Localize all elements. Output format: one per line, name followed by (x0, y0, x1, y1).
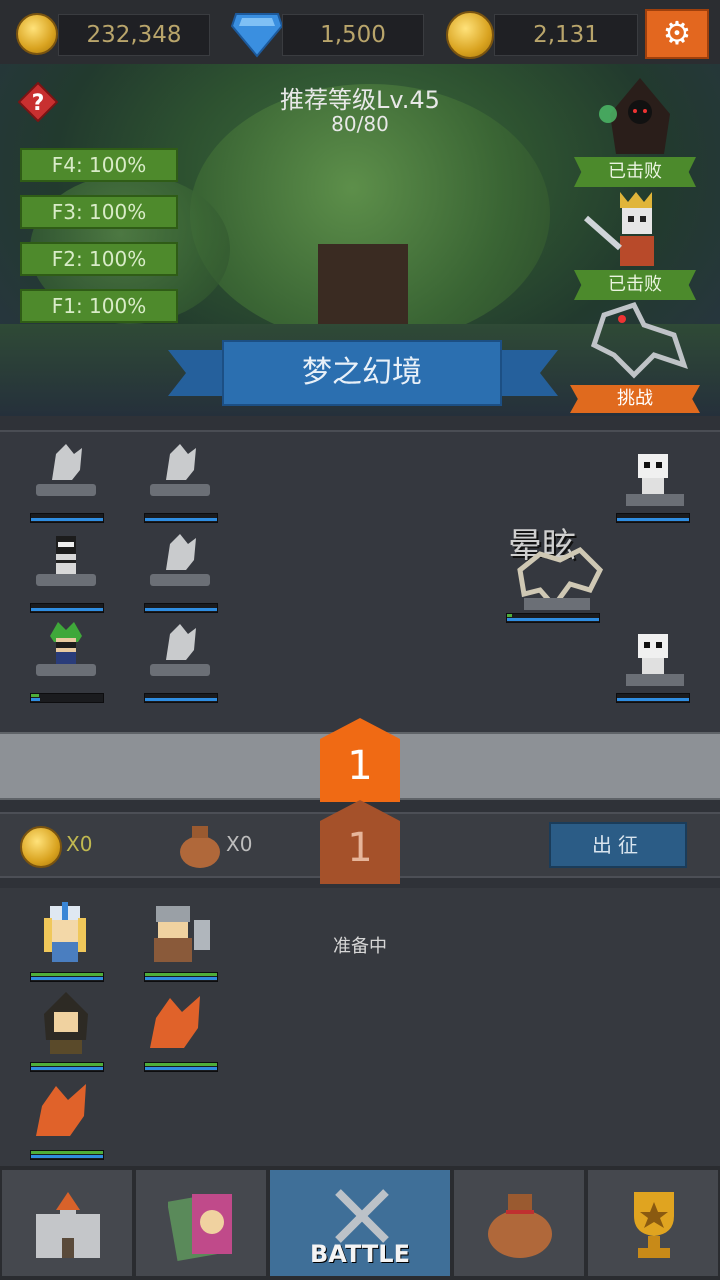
unit-pedestal (150, 484, 210, 496)
settings-button[interactable]: ⚙ (645, 9, 709, 59)
tab-bag[interactable] (452, 1168, 586, 1278)
medal-icon (446, 11, 494, 59)
ally-hp-bar-6 (144, 693, 218, 703)
boss-hooded-icon[interactable] (590, 74, 690, 156)
ally-unit-dragon-3[interactable] (142, 530, 218, 590)
unit-pedestal (36, 574, 96, 586)
enemy-boss-hp-bar (506, 613, 600, 623)
enemy-skeleton-icon[interactable] (620, 450, 690, 510)
gray-dragon-icon (166, 534, 196, 570)
ally-hp-bar-1 (30, 513, 104, 523)
unit-pedestal (36, 484, 96, 496)
unit-pedestal (150, 664, 210, 676)
ally-unit-rogue[interactable] (28, 530, 104, 590)
unit-pedestal (150, 574, 210, 586)
cards-icon (168, 1194, 232, 1262)
floor-button-f1[interactable]: F1: 100% (20, 289, 178, 323)
hero-orange-dragon-icon[interactable] (140, 988, 216, 1060)
battle-field (0, 430, 720, 732)
hero-armored-warrior-icon[interactable] (142, 900, 218, 972)
challenge-button[interactable]: 挑战 (570, 385, 700, 413)
hero-knight-girl-icon[interactable] (30, 900, 102, 972)
floor-button-f4[interactable]: F4: 100% (20, 148, 178, 182)
tab-trophy[interactable] (586, 1168, 720, 1278)
ally-unit-dragon-1[interactable] (28, 440, 104, 500)
tab-battle-label: BATTLE (310, 1240, 410, 1268)
stamina-count: 80/80 (331, 112, 389, 136)
gray-dragon-icon (52, 444, 82, 480)
masked-rogue-icon (56, 536, 76, 574)
hero-orange-dragon-icon[interactable] (26, 1076, 102, 1148)
floor-button-f2[interactable]: F2: 100% (20, 242, 178, 276)
help-button[interactable]: ? (18, 82, 58, 122)
svg-text:?: ? (32, 91, 45, 116)
castle-icon (36, 1192, 100, 1258)
enemy-skeleton-icon[interactable] (620, 630, 690, 690)
ally-unit-ninja[interactable] (28, 620, 104, 680)
enemy-hp-bar-2 (616, 693, 690, 703)
hero-hp-bar-4 (144, 1062, 218, 1072)
hero-hooded-archer-icon[interactable] (30, 990, 102, 1062)
floor-button-f3[interactable]: F3: 100% (20, 195, 178, 229)
hero-hp-bar-3 (30, 1062, 104, 1072)
ally-unit-dragon-4[interactable] (142, 620, 218, 680)
unit-pedestal (36, 664, 96, 676)
loot-bag-icon (488, 1194, 552, 1258)
ally-unit-dragon-2[interactable] (142, 440, 218, 500)
boss-bone-dragon-icon[interactable] (584, 295, 694, 385)
hero-hp-bar-2 (144, 972, 218, 982)
ally-hp-bar-5 (30, 693, 104, 703)
enemy-hp-bar-1 (616, 513, 690, 523)
team-status: 准备中 (333, 936, 387, 957)
tab-castle[interactable] (0, 1168, 134, 1278)
gray-dragon-icon (166, 624, 196, 660)
stage-name-banner: 梦之幻境 (222, 340, 502, 406)
trophy-icon (634, 1192, 674, 1258)
recommended-level: 推荐等级Lv.45 (280, 86, 440, 114)
loot-bag-icon (180, 826, 220, 868)
gold-coin-icon (16, 13, 58, 55)
medal-amount: 2,131 (494, 14, 638, 56)
ally-hp-bar-4 (144, 603, 218, 613)
gem-icon (230, 13, 284, 58)
team-panel (0, 888, 720, 1168)
deploy-button[interactable]: 出征 (549, 822, 687, 868)
enemy-bone-dragon-icon[interactable] (510, 540, 606, 612)
gray-dragon-icon (166, 444, 196, 480)
reward-bag-count: X0 (226, 832, 253, 856)
gear-icon: ⚙ (662, 14, 692, 52)
tab-cards[interactable] (134, 1168, 268, 1278)
boss-status-1: 已击败 (574, 157, 696, 187)
reward-coin-icon (20, 826, 62, 868)
crossed-swords-icon (335, 1189, 389, 1243)
hero-hp-bar-1 (30, 972, 104, 982)
gold-amount: 232,348 (58, 14, 210, 56)
ally-hp-bar-2 (144, 513, 218, 523)
ally-hp-bar-3 (30, 603, 104, 613)
boss-skeleton-king-icon[interactable] (580, 188, 690, 270)
reward-coin-count: X0 (66, 832, 93, 856)
green-hair-ninja-icon (50, 622, 82, 666)
hero-hp-bar-5 (30, 1150, 104, 1160)
gem-amount: 1,500 (282, 14, 424, 56)
